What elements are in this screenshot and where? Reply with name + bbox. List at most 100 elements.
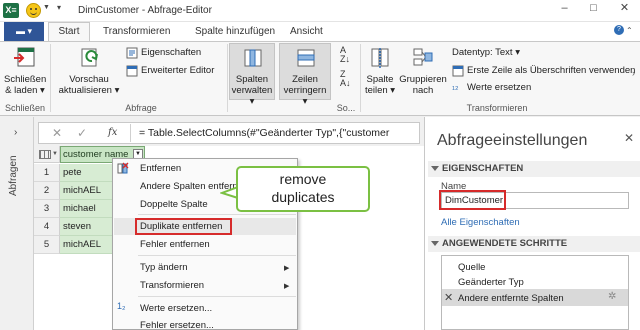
manage-columns-label-2: verwalten ▾ <box>231 85 273 107</box>
properties-label: Eigenschaften <box>141 47 202 58</box>
chevron-down-icon[interactable]: ▼ <box>43 4 50 11</box>
chevron-up-icon[interactable]: ⌃ <box>626 26 633 35</box>
row-number: 2 <box>34 182 60 200</box>
reduce-rows-label-1: Zeilen <box>292 74 318 85</box>
close-load-icon <box>14 47 35 67</box>
commit-formula-icon[interactable]: ✓ <box>77 126 87 140</box>
row-number: 3 <box>34 200 60 218</box>
step-item-selected[interactable]: Andere entfernte Spalten <box>458 293 564 304</box>
menu-item-replace-values[interactable]: Werte ersetzen... <box>140 303 290 314</box>
row-number: 4 <box>34 218 60 236</box>
submenu-arrow-icon: ▶ <box>284 265 290 272</box>
group-label-transform: Transformieren <box>466 103 528 113</box>
refresh-icon <box>81 48 98 67</box>
chevron-down-icon[interactable]: ▼ <box>52 151 58 157</box>
divider <box>130 124 131 142</box>
close-load-label-2: & laden ▾ <box>5 85 45 96</box>
group-separator <box>360 44 361 112</box>
queries-navigator <box>0 117 34 330</box>
fx-icon[interactable]: fx <box>108 127 117 138</box>
ribbon-scroll-right-icon[interactable]: › <box>632 68 635 78</box>
first-row-headers-button[interactable]: Erste Zeile als Überschriften verwenden <box>452 65 636 78</box>
row-number: 5 <box>34 236 60 254</box>
first-row-headers-label: Erste Zeile als Überschriften verwenden <box>467 65 636 76</box>
manage-columns-icon <box>244 49 262 67</box>
group-label-sort: So... <box>336 103 356 113</box>
close-load-button[interactable]: Schließen & laden ▾ <box>4 44 46 102</box>
group-label-query: Abfrage <box>125 103 157 113</box>
table-cell[interactable]: michAEL <box>60 182 112 200</box>
queries-label[interactable]: Abfragen <box>8 152 22 212</box>
replace-values-button[interactable]: ₁₂ Werte ersetzen <box>452 81 572 95</box>
applied-steps-section-header[interactable]: ANGEWENDETE SCHRITTE <box>428 236 640 252</box>
split-column-label-2: teilen ▾ <box>364 85 396 96</box>
properties-icon <box>126 47 138 59</box>
refresh-preview-button[interactable]: Vorschau aktualisieren ▾ <box>56 44 122 102</box>
group-separator <box>227 44 228 112</box>
formula-input[interactable]: = Table.SelectColumns(#"Geänderter Typ",… <box>139 127 419 139</box>
group-separator <box>50 44 51 112</box>
menu-item-transform[interactable]: Transformieren <box>140 280 290 291</box>
remove-column-icon <box>117 162 129 174</box>
table-cell[interactable]: michael <box>60 200 112 218</box>
tab-start[interactable]: Start <box>48 22 90 41</box>
row-number: 1 <box>34 164 60 182</box>
sort-descending-icon[interactable]: Z A↓ <box>340 70 351 88</box>
group-label-close: Schließen <box>4 103 46 113</box>
table-cell[interactable]: michAEL <box>60 236 112 254</box>
replace-values-label: Werte ersetzen <box>467 82 532 93</box>
delete-step-icon[interactable]: ✕ <box>444 291 453 304</box>
reduce-rows-label-2: verringern ▾ <box>283 85 327 107</box>
callout-line-1: remove <box>279 171 327 187</box>
menu-separator <box>138 296 296 297</box>
refresh-label-1: Vorschau <box>69 74 109 85</box>
table-cell[interactable]: pete <box>60 164 112 182</box>
menu-item-change-type[interactable]: Typ ändern <box>140 262 290 273</box>
cancel-formula-icon[interactable]: ✕ <box>52 126 62 140</box>
group-by-label-2: nach <box>412 85 434 96</box>
split-column-button[interactable]: Spalte teilen ▾ <box>362 44 398 101</box>
help-icon[interactable]: ? <box>614 25 624 35</box>
group-by-button[interactable]: Gruppieren nach <box>398 44 448 101</box>
menu-item-replace-errors[interactable]: Fehler ersetzen... <box>140 320 290 330</box>
maximize-button[interactable]: □ <box>580 0 607 17</box>
data-type-dropdown[interactable]: Datentyp: Text ▾ <box>452 47 520 58</box>
reduce-rows-button[interactable]: Zeilen verringern ▾ <box>279 43 331 107</box>
highlight-box <box>135 218 232 235</box>
table-cell[interactable]: steven <box>60 218 112 236</box>
callout-text: remove duplicates <box>238 170 368 206</box>
submenu-arrow-icon: ▶ <box>284 283 290 290</box>
close-panel-icon[interactable]: ✕ <box>624 131 634 145</box>
close-load-label-1: Schließen <box>4 74 47 85</box>
all-properties-link[interactable]: Alle Eigenschaften <box>441 217 520 228</box>
reduce-rows-icon <box>297 49 315 67</box>
close-window-button[interactable]: ✕ <box>609 0 640 17</box>
replace-values-icon: 1₂ <box>117 301 126 311</box>
menu-separator <box>138 255 296 256</box>
callout-line-2: duplicates <box>271 189 335 205</box>
split-column-icon <box>371 48 389 68</box>
tab-transform[interactable]: Transformieren <box>103 24 170 40</box>
properties-button[interactable]: Eigenschaften <box>126 47 226 60</box>
menu-item-remove-errors[interactable]: Fehler entfernen <box>140 239 290 250</box>
tab-add-column[interactable]: Spalte hinzufügen <box>195 24 275 40</box>
file-tab[interactable]: ▬ ▾ <box>4 22 44 41</box>
manage-columns-button[interactable]: Spalten verwalten ▾ <box>229 43 275 107</box>
quick-access-dropdown-icon[interactable]: ▾ <box>57 3 61 12</box>
sort-ascending-icon[interactable]: A Z↓ <box>340 46 350 64</box>
smiley-feedback-icon[interactable] <box>26 3 41 18</box>
window-title: DimCustomer - Abfrage-Editor <box>78 5 212 16</box>
tab-view[interactable]: Ansicht <box>290 24 323 40</box>
manage-columns-label-1: Spalten <box>235 74 269 85</box>
minimize-button[interactable]: – <box>551 0 578 17</box>
step-item[interactable]: Quelle <box>458 262 485 273</box>
refresh-label-2: aktualisieren ▾ <box>58 85 120 96</box>
step-item[interactable]: Geänderter Typ <box>458 277 524 288</box>
properties-section-header[interactable]: EIGENSCHAFTEN <box>428 161 640 177</box>
group-by-label-1: Gruppieren <box>399 74 447 85</box>
advanced-editor-button[interactable]: Erweiterter Editor <box>126 65 226 78</box>
gear-icon[interactable]: ✲ <box>608 291 616 302</box>
table-headers-icon <box>452 65 464 77</box>
expand-navigator-icon[interactable]: › <box>14 127 17 138</box>
highlight-box <box>439 190 506 210</box>
